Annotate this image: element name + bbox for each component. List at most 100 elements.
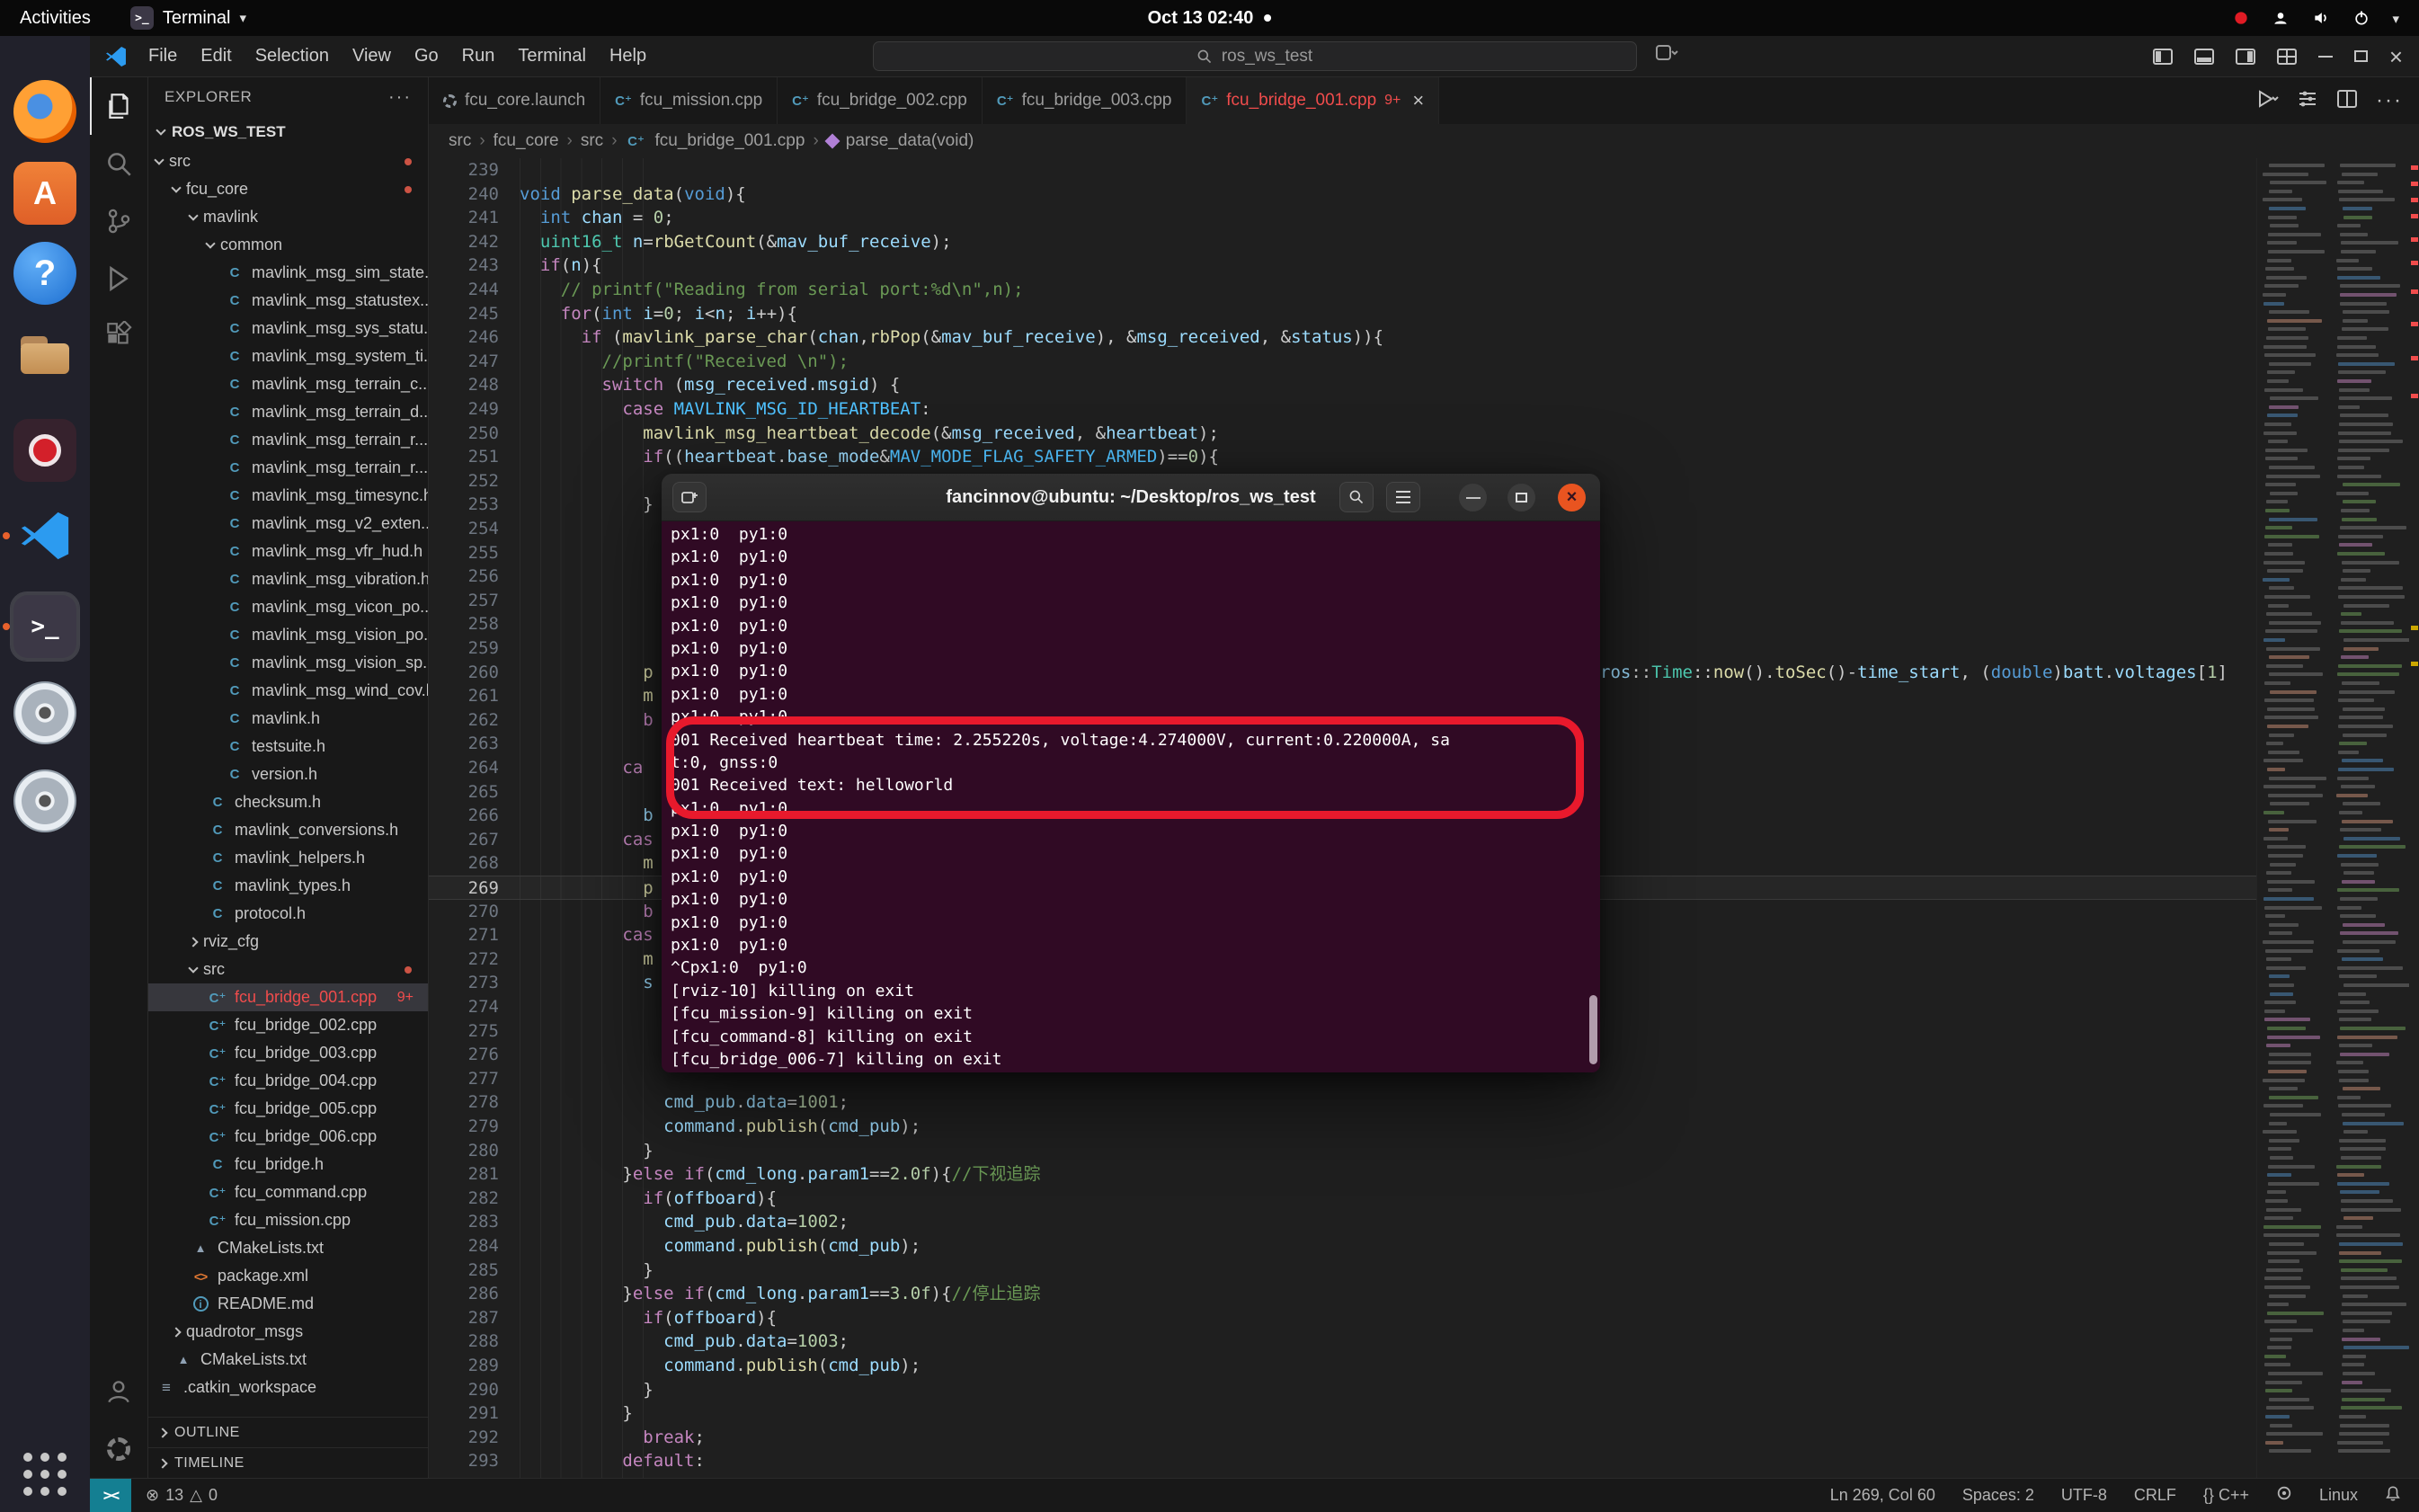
customize-layout-icon[interactable] (2277, 48, 2297, 66)
tree-item-mavlink-conversions-h[interactable]: Cmavlink_conversions.h (148, 816, 428, 844)
terminal-titlebar[interactable]: fancinnov@ubuntu: ~/Desktop/ros_ws_test … (662, 474, 1600, 521)
user-icon[interactable] (2272, 9, 2290, 27)
breadcrumb-item[interactable]: fcu_bridge_001.cpp (655, 131, 805, 151)
dock-item-vscode[interactable] (11, 502, 79, 570)
tree-item-fcu-bridge-001-cpp[interactable]: C⁺fcu_bridge_001.cpp9+ (148, 983, 428, 1011)
tree-item-mavlink-msg-terrain-r-[interactable]: Cmavlink_msg_terrain_r... (148, 426, 428, 454)
account-icon[interactable] (90, 1363, 147, 1420)
menu-go[interactable]: Go (403, 46, 450, 67)
tree-item-mavlink[interactable]: mavlink (148, 203, 428, 231)
terminal-minimize-button[interactable] (1459, 484, 1487, 511)
tree-item-mavlink-msg-system-ti-[interactable]: Cmavlink_msg_system_ti... (148, 342, 428, 370)
problems-status[interactable]: ⊗ 13 △ 0 (131, 1486, 232, 1505)
tree-item-version-h[interactable]: Cversion.h (148, 760, 428, 788)
tree-item-protocol-h[interactable]: Cprotocol.h (148, 900, 428, 928)
minimap[interactable] (2256, 158, 2409, 1478)
tree-item-mavlink-msg-wind-cov-h[interactable]: Cmavlink_msg_wind_cov.h (148, 677, 428, 705)
status-item-utf-8[interactable]: UTF-8 (2061, 1486, 2107, 1505)
toggle-sidebar-icon[interactable] (2153, 48, 2173, 66)
clock[interactable]: Oct 13 02:40 (1148, 8, 1272, 29)
breadcrumb-item[interactable]: src (449, 131, 471, 151)
tree-item--catkin-workspace[interactable]: ≡.catkin_workspace (148, 1374, 428, 1401)
tree-item-quadrotor-msgs[interactable]: quadrotor_msgs (148, 1318, 428, 1346)
new-tab-button[interactable] (672, 482, 707, 512)
menu-view[interactable]: View (341, 46, 403, 67)
tree-item-mavlink-msg-vicon-po-[interactable]: Cmavlink_msg_vicon_po... (148, 593, 428, 621)
terminal-scrollbar[interactable] (1589, 995, 1597, 1064)
tree-item-package-xml[interactable]: <>package.xml (148, 1262, 428, 1290)
explorer-more-icon[interactable]: ··· (388, 87, 412, 108)
outline-section[interactable]: OUTLINE (148, 1417, 428, 1447)
explorer-icon[interactable] (90, 77, 147, 135)
profile-chevron-icon[interactable] (1655, 43, 1678, 67)
feedback-icon[interactable] (2276, 1485, 2292, 1506)
workspace-root[interactable]: ROS_WS_TEST (148, 117, 428, 147)
tree-item-rviz-cfg[interactable]: rviz_cfg (148, 928, 428, 956)
dock-item-firefox[interactable] (11, 77, 79, 146)
tree-item-mavlink-msg-sim-state-h[interactable]: Cmavlink_msg_sim_state.h (148, 259, 428, 287)
tree-item-readme-md[interactable]: iREADME.md (148, 1290, 428, 1318)
tree-item-mavlink-types-h[interactable]: Cmavlink_types.h (148, 872, 428, 900)
tree-item-mavlink-msg-vision-sp-[interactable]: Cmavlink_msg_vision_sp... (148, 649, 428, 677)
breadcrumb-item[interactable]: parse_data(void) (846, 131, 974, 151)
system-tray[interactable]: ▾ (2232, 8, 2419, 29)
menu-file[interactable]: File (137, 46, 189, 67)
maximize-button[interactable] (2354, 50, 2368, 62)
tab-fcu-core-launch[interactable]: fcu_core.launch (429, 77, 600, 124)
power-icon[interactable] (2352, 9, 2370, 27)
tree-item-testsuite-h[interactable]: Ctestsuite.h (148, 733, 428, 760)
terminal-search-button[interactable] (1339, 482, 1374, 512)
tree-item-fcu-bridge-002-cpp[interactable]: C⁺fcu_bridge_002.cpp (148, 1011, 428, 1039)
dock-item-screen-recorder[interactable] (11, 416, 79, 485)
remote-indicator[interactable]: >< (90, 1479, 131, 1512)
sliders-icon[interactable] (2297, 88, 2318, 114)
toggle-secondary-sidebar-icon[interactable] (2236, 48, 2255, 66)
tree-item-mavlink-msg-terrain-d-[interactable]: Cmavlink_msg_terrain_d... (148, 398, 428, 426)
tree-item-mavlink-msg-v2-exten-[interactable]: Cmavlink_msg_v2_exten... (148, 510, 428, 538)
run-debug-icon[interactable] (90, 250, 147, 307)
tree-item-fcu-bridge-h[interactable]: Cfcu_bridge.h (148, 1151, 428, 1178)
tree-item-mavlink-msg-vision-po-[interactable]: Cmavlink_msg_vision_po... (148, 621, 428, 649)
dock-item-help[interactable]: ? (11, 239, 79, 307)
dock-item-dvd[interactable] (11, 767, 79, 835)
more-actions-icon[interactable]: ··· (2376, 88, 2403, 113)
volume-icon[interactable] (2311, 9, 2331, 27)
source-control-icon[interactable] (90, 192, 147, 250)
status-item-crlf[interactable]: CRLF (2134, 1486, 2176, 1505)
tree-item-src[interactable]: src (148, 147, 428, 175)
split-editor-icon[interactable] (2336, 89, 2358, 113)
tree-item-mavlink-msg-vfr-hud-h[interactable]: Cmavlink_msg_vfr_hud.h (148, 538, 428, 565)
tree-item-fcu-mission-cpp[interactable]: C⁺fcu_mission.cpp (148, 1206, 428, 1234)
menu-selection[interactable]: Selection (244, 46, 341, 67)
status-item-linux[interactable]: Linux (2319, 1486, 2358, 1505)
tree-item-fcu-bridge-006-cpp[interactable]: C⁺fcu_bridge_006.cpp (148, 1123, 428, 1151)
tree-item-src[interactable]: src (148, 956, 428, 983)
notifications-bell-icon[interactable] (2385, 1485, 2401, 1507)
tree-item-mavlink-msg-vibration-h[interactable]: Cmavlink_msg_vibration.h (148, 565, 428, 593)
tree-item-mavlink-helpers-h[interactable]: Cmavlink_helpers.h (148, 844, 428, 872)
minimize-button[interactable] (2318, 56, 2333, 58)
tree-item-mavlink-msg-terrain-c-[interactable]: Cmavlink_msg_terrain_c... (148, 370, 428, 398)
dock-item-ubuntu-software[interactable]: A (11, 159, 79, 227)
status-item-spaces-2[interactable]: Spaces: 2 (1962, 1486, 2034, 1505)
tree-item-mavlink-msg-statustex-[interactable]: Cmavlink_msg_statustex... (148, 287, 428, 315)
status-item-ln-269-col-60[interactable]: Ln 269, Col 60 (1830, 1486, 1935, 1505)
breadcrumb-item[interactable]: fcu_core (494, 131, 559, 151)
menu-edit[interactable]: Edit (189, 46, 243, 67)
close-button[interactable]: × (2389, 48, 2403, 66)
tree-item-cmakelists-txt[interactable]: ▲CMakeLists.txt (148, 1346, 428, 1374)
breadcrumb-item[interactable]: src (581, 131, 603, 151)
dock-item-files[interactable] (11, 319, 79, 387)
tree-item-fcu-bridge-004-cpp[interactable]: C⁺fcu_bridge_004.cpp (148, 1067, 428, 1095)
tree-item-common[interactable]: common (148, 231, 428, 259)
menu-run[interactable]: Run (450, 46, 507, 67)
tree-item-fcu-command-cpp[interactable]: C⁺fcu_command.cpp (148, 1178, 428, 1206)
dock-item-dvd[interactable] (11, 679, 79, 747)
menu-help[interactable]: Help (598, 46, 658, 67)
settings-gear-icon[interactable] (90, 1420, 147, 1478)
tree-item-mavlink-msg-timesync-h[interactable]: Cmavlink_msg_timesync.h (148, 482, 428, 510)
breadcrumb[interactable]: src›fcu_core›src›C⁺fcu_bridge_001.cpp›pa… (429, 124, 2419, 158)
overview-ruler[interactable] (2409, 158, 2419, 1478)
app-menu[interactable]: >_ Terminal ▾ (130, 6, 246, 30)
tree-item-fcu-core[interactable]: fcu_core (148, 175, 428, 203)
